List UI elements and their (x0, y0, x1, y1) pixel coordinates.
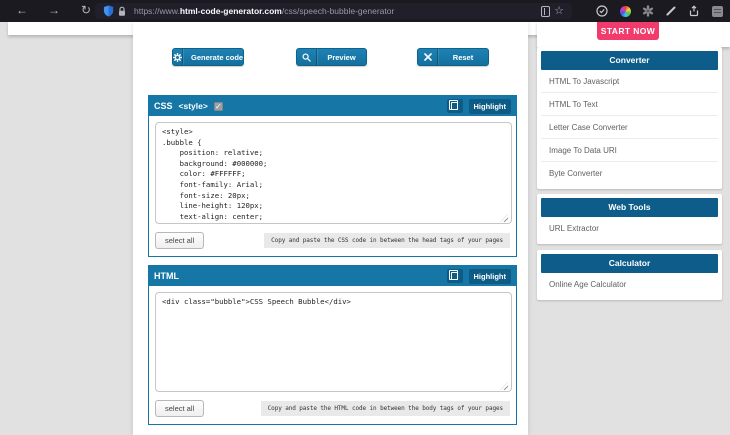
sidebar-item-html-to-text[interactable]: HTML To Text (541, 93, 718, 116)
html-code-textarea[interactable]: <div class="bubble">CSS Speech Bubble</d… (155, 292, 512, 392)
css-highlight-button[interactable]: Highlight (469, 99, 512, 114)
style-tag-label: <style> (179, 101, 208, 111)
html-copy-hint: Copy and paste the HTML code in between … (261, 401, 510, 416)
html-panel-header: HTML Highlight (149, 266, 516, 286)
copy-html-button[interactable] (447, 269, 463, 283)
browser-toolbar: ← → ↻ https://www.html-code-generator.co… (0, 0, 730, 22)
sidebar-toggle-icon[interactable] (710, 3, 724, 19)
css-select-all-button[interactable]: select all (155, 232, 204, 249)
preview-label: Preview (317, 49, 366, 65)
bookmark-star-icon[interactable]: ☆ (552, 3, 566, 19)
address-bar[interactable]: https://www.html-code-generator.com/css/… (95, 3, 572, 19)
copy-css-button[interactable] (447, 99, 463, 113)
color-wheel-extension-icon[interactable] (618, 3, 632, 19)
extension-icons (595, 0, 724, 22)
converter-card: Converter HTML To Javascript HTML To Tex… (537, 47, 722, 189)
css-code-textarea[interactable]: <style> .bubble { position: relative; ba… (155, 122, 512, 224)
reset-label: Reset (438, 49, 488, 65)
converter-header: Converter (541, 51, 718, 70)
html-panel-title: HTML (154, 271, 179, 281)
reset-button[interactable]: Reset (417, 48, 489, 66)
flower-extension-icon[interactable] (641, 3, 655, 19)
sidebar-item-letter-case-converter[interactable]: Letter Case Converter (541, 116, 718, 139)
gear-icon (173, 49, 183, 65)
share-extension-icon[interactable] (687, 3, 701, 19)
forward-icon[interactable]: → (46, 0, 62, 22)
sidebar-item-image-to-data-uri[interactable]: Image To Data URI (541, 139, 718, 162)
web-tools-header: Web Tools (541, 198, 718, 217)
main-content: Generate code Preview Reset CSS <style> … (133, 22, 528, 435)
shield-icon[interactable] (101, 3, 115, 19)
shield-check-extension-icon[interactable] (595, 3, 609, 19)
generate-code-label: Generate code (183, 49, 251, 65)
lock-icon[interactable] (115, 3, 129, 19)
html-select-all-button[interactable]: select all (155, 400, 204, 417)
calculator-card: Calculator Online Age Calculator (537, 250, 722, 300)
start-now-button[interactable]: START NOW (597, 22, 659, 40)
generate-code-button[interactable]: Generate code (172, 48, 244, 66)
pencil-extension-icon[interactable] (664, 3, 678, 19)
reload-icon[interactable]: ↻ (78, 0, 94, 22)
copy-icon (451, 272, 458, 280)
css-panel-header: CSS <style> ✓ Highlight (149, 96, 516, 116)
css-panel: CSS <style> ✓ Highlight <style> .bubble … (148, 95, 517, 257)
sidebar-item-online-age-calculator[interactable]: Online Age Calculator (541, 273, 718, 296)
close-x-icon (418, 49, 438, 65)
start-now-strip: START NOW (537, 22, 730, 47)
magnifier-icon (297, 49, 317, 65)
copy-icon (451, 102, 458, 110)
url-text: https://www.html-code-generator.com/css/… (134, 6, 394, 16)
web-tools-card: Web Tools URL Extractor (537, 194, 722, 244)
back-icon[interactable]: ← (14, 0, 30, 22)
reader-mode-icon[interactable] (538, 3, 552, 19)
html-highlight-button[interactable]: Highlight (469, 269, 512, 284)
sidebar-item-html-to-javascript[interactable]: HTML To Javascript (541, 70, 718, 93)
css-copy-hint: Copy and paste the CSS code in between t… (264, 233, 510, 248)
html-panel: HTML Highlight <div class="bubble">CSS S… (148, 265, 517, 425)
style-tag-checkbox[interactable]: ✓ (214, 102, 223, 111)
preview-button[interactable]: Preview (296, 48, 367, 66)
css-panel-title: CSS (154, 101, 173, 111)
sidebar-item-byte-converter[interactable]: Byte Converter (541, 162, 718, 185)
sidebar-item-url-extractor[interactable]: URL Extractor (541, 217, 718, 240)
calculator-header: Calculator (541, 254, 718, 273)
